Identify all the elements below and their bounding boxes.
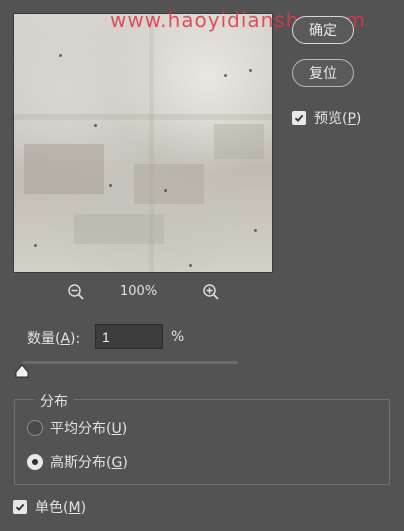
- amount-label-text: 数量: [27, 331, 55, 347]
- uniform-label[interactable]: 平均分布(U): [50, 418, 127, 438]
- zoom-in-icon[interactable]: [202, 283, 220, 301]
- preview-checkbox[interactable]: [292, 111, 306, 125]
- preview-label-text: 预览: [314, 111, 342, 127]
- gaussian-label-text: 高斯分布: [50, 455, 106, 471]
- monochrome-label[interactable]: 单色(M): [35, 497, 86, 517]
- distribution-title: 分布: [34, 391, 74, 411]
- amount-unit: %: [171, 329, 185, 345]
- zoom-level: 100%: [120, 284, 158, 299]
- filter-preview-image[interactable]: [13, 13, 273, 273]
- ok-button[interactable]: 确定: [292, 16, 354, 44]
- uniform-shortcut-key: U: [111, 421, 122, 437]
- distribution-group: [14, 399, 390, 485]
- monochrome-checkbox[interactable]: [13, 500, 27, 514]
- amount-slider-track[interactable]: [22, 361, 238, 364]
- uniform-radio[interactable]: [27, 420, 43, 436]
- checkmark-icon: [15, 503, 25, 511]
- preview-shortcut-key: P: [347, 111, 356, 127]
- preview-label[interactable]: 预览(P): [314, 108, 361, 128]
- zoom-controls: 100%: [0, 283, 285, 303]
- amount-shortcut-key: A: [60, 331, 71, 347]
- reset-button[interactable]: 复位: [292, 59, 354, 87]
- checkmark-icon: [294, 114, 304, 122]
- uniform-label-text: 平均分布: [50, 421, 106, 437]
- monochrome-label-text: 单色: [35, 500, 63, 516]
- amount-label: 数量(A):: [27, 331, 81, 347]
- monochrome-shortcut-key: M: [68, 500, 81, 516]
- gaussian-shortcut-key: G: [111, 455, 123, 471]
- gaussian-label[interactable]: 高斯分布(G): [50, 452, 128, 472]
- amount-input[interactable]: [95, 324, 163, 349]
- zoom-out-icon[interactable]: [67, 283, 85, 301]
- amount-slider-thumb[interactable]: [15, 364, 29, 378]
- gaussian-radio[interactable]: [27, 454, 43, 470]
